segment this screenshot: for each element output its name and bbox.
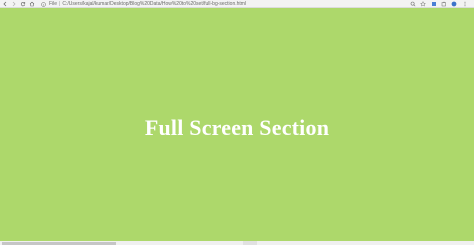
scroll-thumb-segment[interactable] [243, 241, 257, 245]
full-screen-section: Full Screen Section [0, 8, 474, 241]
extension-icon[interactable] [431, 1, 437, 7]
back-button[interactable] [1, 0, 9, 8]
reload-button[interactable] [19, 0, 27, 8]
star-icon[interactable] [420, 1, 426, 7]
address-separator: | [59, 1, 61, 7]
forward-button[interactable] [10, 0, 18, 8]
puzzle-icon[interactable] [441, 1, 447, 7]
arrow-left-icon [3, 1, 7, 7]
reload-icon [20, 1, 26, 7]
home-icon [29, 1, 35, 7]
info-icon[interactable] [40, 1, 46, 7]
arrow-right-icon [12, 1, 16, 7]
horizontal-scrollbar[interactable] [0, 241, 474, 245]
more-menu-icon[interactable] [462, 1, 468, 7]
section-heading: Full Screen Section [144, 114, 330, 140]
address-path[interactable]: C:/Users/kajal/kumar/Desktop/Blog%20Data… [62, 1, 246, 7]
home-button[interactable] [28, 0, 36, 8]
browser-toolbar: File | C:/Users/kajal/kumar/Desktop/Blog… [0, 0, 474, 8]
zoom-icon[interactable] [410, 1, 416, 7]
address-bar[interactable]: File | C:/Users/kajal/kumar/Desktop/Blog… [40, 1, 404, 7]
avatar[interactable] [451, 1, 457, 7]
scheme-label: File [49, 1, 58, 7]
